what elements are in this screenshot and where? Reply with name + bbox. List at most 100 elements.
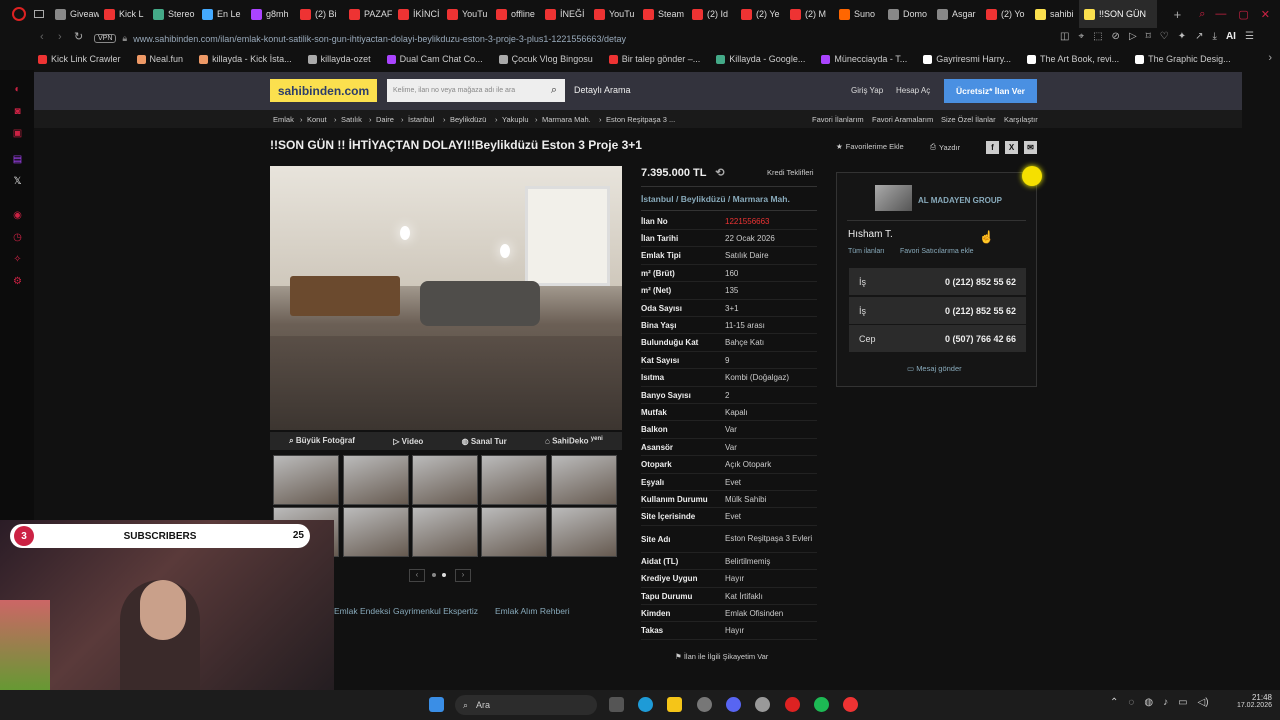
opera-logo-icon[interactable] bbox=[12, 7, 26, 21]
photo-thumbnail[interactable] bbox=[551, 455, 617, 505]
breadcrumb-item[interactable]: İstanbul bbox=[408, 115, 434, 124]
browser-tab[interactable]: (2) M bbox=[785, 0, 834, 28]
settings-app-icon[interactable] bbox=[697, 697, 712, 712]
download-icon[interactable]: ⤓ bbox=[1213, 31, 1217, 42]
register-link[interactable]: Hesap Aç bbox=[896, 86, 930, 95]
browser-tab[interactable]: PAZAF bbox=[344, 0, 393, 28]
location-district[interactable]: Beylikdüzü bbox=[681, 194, 726, 204]
windows-start-icon[interactable] bbox=[429, 697, 444, 712]
breadcrumb-item[interactable]: Marmara Mah. bbox=[542, 115, 591, 124]
seller-logo[interactable] bbox=[875, 185, 912, 211]
browser-tab[interactable]: g8mh bbox=[246, 0, 295, 28]
location-neighborhood[interactable]: Marmara Mah. bbox=[733, 194, 790, 204]
search-icon[interactable]: ⌕ bbox=[551, 84, 557, 97]
tray-app-icon[interactable]: ◍ bbox=[1144, 697, 1153, 708]
ai-button[interactable]: AI bbox=[1226, 31, 1236, 42]
player-icon[interactable]: ◉ bbox=[12, 210, 23, 221]
phone-row[interactable]: İş 0 (212) 852 55 62 bbox=[849, 268, 1026, 295]
bookmark-icon[interactable]: ⌑ bbox=[1146, 31, 1151, 42]
play-icon[interactable]: ▷ bbox=[1129, 31, 1137, 42]
seller-company[interactable]: AL MADAYEN GROUP bbox=[918, 196, 1002, 205]
twitch-icon[interactable]: ▤ bbox=[12, 154, 23, 165]
thumb-page-dot[interactable] bbox=[442, 573, 446, 577]
browser-tab[interactable]: En Le bbox=[197, 0, 246, 28]
discord-icon[interactable] bbox=[726, 697, 741, 712]
large-photo-tab[interactable]: ⌕ Büyük Fotoğraf bbox=[289, 436, 355, 446]
bookmark-item[interactable]: killayda - Kick İsta... bbox=[191, 54, 300, 64]
extensions-icon[interactable]: ✦ bbox=[1178, 31, 1186, 42]
chrome-icon[interactable] bbox=[843, 697, 858, 712]
vpn-badge[interactable]: VPN bbox=[94, 34, 117, 43]
messenger-icon[interactable]: ◐ bbox=[12, 84, 23, 95]
detailed-search-link[interactable]: Detaylı Arama bbox=[574, 85, 631, 95]
spotify-icon[interactable] bbox=[814, 697, 829, 712]
bookmark-item[interactable]: killayda-ozet bbox=[300, 54, 379, 64]
bookmark-item[interactable]: Münecciayda - T... bbox=[813, 54, 915, 64]
breadcrumb-item[interactable]: Konut bbox=[307, 115, 327, 124]
breadcrumb-item[interactable]: Emlak bbox=[273, 115, 294, 124]
browser-tab[interactable]: sahibi bbox=[1030, 0, 1079, 28]
favorite-listings-link[interactable]: Favori İlanlarım bbox=[812, 115, 864, 124]
whatsapp-icon[interactable]: ◙ bbox=[12, 106, 23, 117]
browser-tab[interactable]: (2) Yo bbox=[981, 0, 1030, 28]
compare-link[interactable]: Karşılaştır bbox=[1004, 115, 1038, 124]
phone-row[interactable]: İş 0 (212) 852 55 62 bbox=[849, 297, 1026, 324]
edge-icon[interactable] bbox=[638, 697, 653, 712]
shield-icon[interactable]: ⊘ bbox=[1112, 31, 1120, 42]
photo-thumbnail[interactable] bbox=[343, 455, 409, 505]
favorite-searches-link[interactable]: Favori Aramalarım bbox=[872, 115, 933, 124]
browser-tab[interactable]: İKİNCİ bbox=[393, 0, 442, 28]
real-estate-index-link[interactable]: Emlak Endeksi bbox=[334, 606, 390, 616]
opera-taskbar-icon[interactable] bbox=[785, 697, 800, 712]
tray-chevron-icon[interactable]: ⌃ bbox=[1110, 697, 1118, 708]
browser-tab[interactable]: YouTu bbox=[442, 0, 491, 28]
browser-tab[interactable]: Domo bbox=[883, 0, 932, 28]
email-share-icon[interactable]: ✉ bbox=[1024, 141, 1037, 154]
thumb-next-icon[interactable]: › bbox=[455, 569, 471, 582]
browser-tab[interactable]: Stereo bbox=[148, 0, 197, 28]
video-tab[interactable]: ▷ Video bbox=[393, 437, 423, 446]
task-view-icon[interactable] bbox=[609, 697, 624, 712]
breadcrumb-item[interactable]: Yakuplu bbox=[502, 115, 529, 124]
bookmarks-more-icon[interactable]: › bbox=[1268, 52, 1272, 64]
forward-icon[interactable]: › bbox=[58, 31, 62, 43]
back-icon[interactable]: ‹ bbox=[40, 31, 44, 43]
browser-tab[interactable]: !!SON GÜN bbox=[1079, 0, 1157, 28]
clock[interactable]: 21:48 17.02.2026 bbox=[1232, 693, 1272, 709]
new-tab-icon[interactable]: + bbox=[1174, 7, 1182, 22]
photo-thumbnail[interactable] bbox=[481, 455, 547, 505]
browser-tab[interactable]: İNEĞİ bbox=[540, 0, 589, 28]
thumb-prev-icon[interactable]: ‹ bbox=[409, 569, 425, 582]
heart-icon[interactable]: ♡ bbox=[1160, 31, 1169, 42]
share-page-icon[interactable]: ↗ bbox=[1195, 31, 1203, 42]
print-button[interactable]: ⎙ Yazdır bbox=[930, 142, 960, 152]
browser-tab[interactable]: Steam bbox=[638, 0, 687, 28]
close-window-icon[interactable]: ✕ bbox=[1261, 8, 1270, 21]
app-icon[interactable] bbox=[755, 697, 770, 712]
volume-icon[interactable]: ◁) bbox=[1198, 697, 1209, 708]
settings-icon[interactable]: ⚙ bbox=[12, 276, 23, 287]
bookmark-item[interactable]: The Art Book, revi... bbox=[1019, 54, 1127, 64]
bookmark-item[interactable]: Neal.fun bbox=[129, 54, 192, 64]
history-icon[interactable]: ◷ bbox=[12, 232, 23, 243]
facebook-share-icon[interactable]: f bbox=[986, 141, 999, 154]
breadcrumb-item[interactable]: Eston Reşitpaşa 3 ... bbox=[606, 115, 675, 124]
price-history-icon[interactable]: ⟲ bbox=[715, 167, 724, 179]
photo-thumbnail[interactable] bbox=[412, 507, 478, 557]
complaint-link[interactable]: ⚑ İlan ile İlgili Şikayetim Var bbox=[675, 652, 768, 661]
bookmark-item[interactable]: The Graphic Desig... bbox=[1127, 54, 1239, 64]
photo-thumbnail[interactable] bbox=[412, 455, 478, 505]
send-message-link[interactable]: ▭ Mesaj gönder bbox=[907, 364, 962, 373]
buying-guide-link[interactable]: Emlak Alım Rehberi bbox=[495, 606, 570, 616]
photo-thumbnail[interactable] bbox=[343, 507, 409, 557]
url-box[interactable]: VPN 🔒︎ www.sahibinden.com/ilan/emlak-kon… bbox=[94, 30, 654, 47]
url-text[interactable]: www.sahibinden.com/ilan/emlak-konut-sati… bbox=[133, 34, 626, 44]
browser-tab[interactable]: YouTu bbox=[589, 0, 638, 28]
bookmark-item[interactable]: Bir talep gönder –... bbox=[601, 54, 709, 64]
pin-icon[interactable]: ⌖ bbox=[1078, 31, 1084, 42]
post-ad-button[interactable]: Ücretsiz* İlan Ver bbox=[944, 79, 1037, 103]
tab-overview-icon[interactable] bbox=[34, 10, 44, 18]
browser-tab[interactable]: Giveaw bbox=[50, 0, 99, 28]
add-favorite-button[interactable]: ★ Favorilerime Ekle bbox=[836, 142, 904, 151]
taskbar-search[interactable]: ⌕ Ara bbox=[455, 695, 597, 715]
